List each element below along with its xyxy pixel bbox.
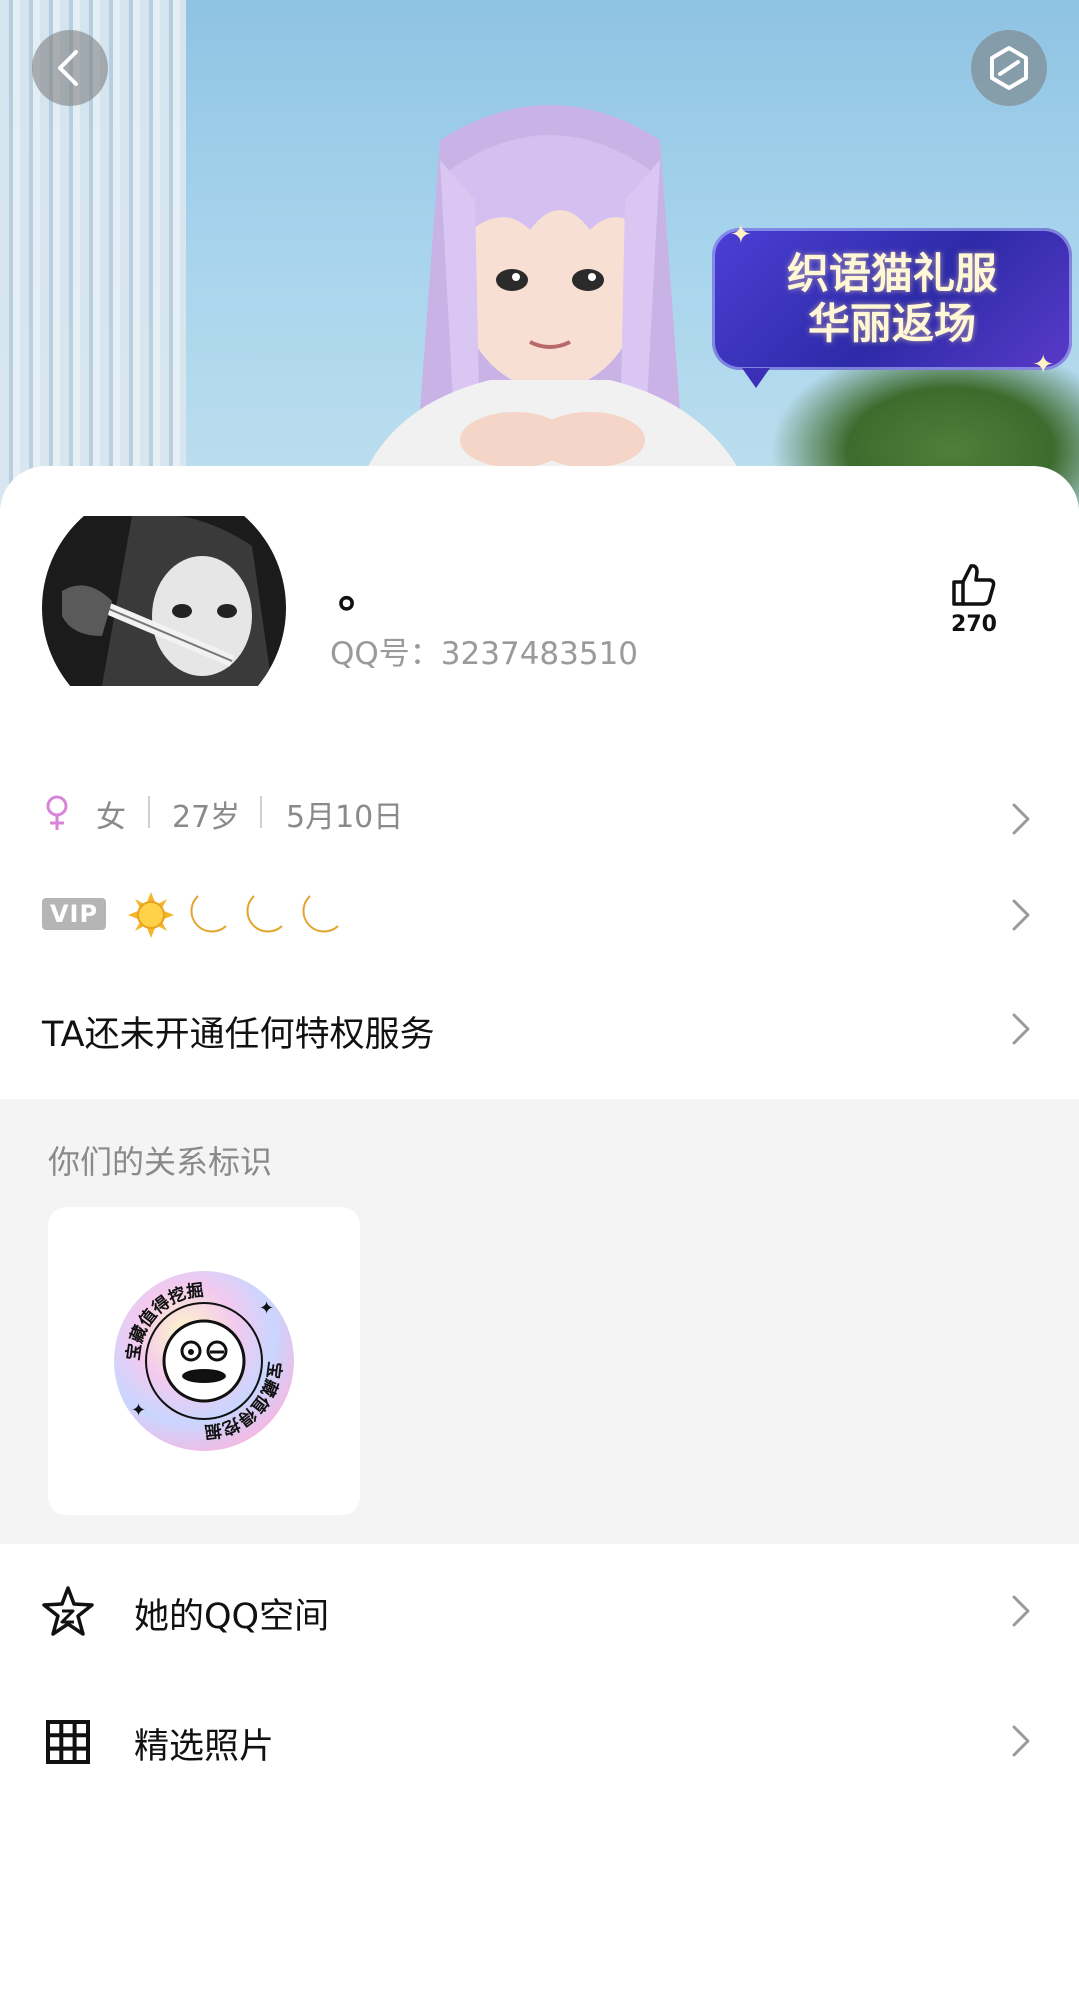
chevron-right-icon [1012, 1595, 1030, 1627]
birthday-text: 5月10日 [286, 800, 404, 835]
avatar-illustration [42, 486, 286, 730]
qq-space-row[interactable]: 她的QQ空间 [0, 1562, 1079, 1662]
basic-info-row[interactable]: 女 27岁 5月10日 [0, 780, 1079, 850]
qq-number: QQ号：3237483510 [330, 636, 639, 672]
profile-cover-banner: ✦ ✦ 织语猫礼服 华丽返场 [0, 0, 1079, 520]
back-button[interactable] [32, 30, 108, 106]
sun-icon [128, 892, 174, 938]
female-symbol-icon [46, 795, 68, 830]
butterfly-icon: ✦ [730, 220, 752, 250]
hexagon-icon [990, 46, 1028, 90]
moon-icon [190, 895, 227, 933]
more-button[interactable] [971, 30, 1047, 106]
nickname: 。 [338, 567, 382, 618]
chevron-right-icon [1012, 1013, 1030, 1045]
relationship-title: 你们的关系标识 [48, 1143, 273, 1181]
featured-photos-row[interactable]: 精选照片 [0, 1692, 1079, 1792]
divider [148, 796, 150, 828]
avatar[interactable] [42, 486, 286, 730]
age-text: 27岁 [172, 800, 241, 835]
privilege-text: TA还未开通任何特权服务 [42, 1015, 435, 1055]
thumbs-up-icon [952, 564, 996, 606]
svg-text:✦: ✦ [131, 1400, 146, 1421]
featured-photos-label: 精选照片 [134, 1727, 275, 1767]
grid-icon [46, 1720, 90, 1764]
privilege-row[interactable]: TA还未开通任何特权服务 [0, 1000, 1079, 1060]
moon-icon [246, 895, 283, 933]
relationship-section: 你们的关系标识 宝藏值得挖掘 宝藏值得挖掘 ✦ ✦ [0, 1099, 1079, 1544]
vip-badge: VIP [42, 898, 106, 930]
moon-icon [302, 895, 339, 933]
gender-text: 女 [96, 800, 126, 835]
promo-line-1: 织语猫礼服 [786, 249, 997, 298]
promo-line-2: 华丽返场 [807, 299, 976, 348]
chevron-right-icon [1012, 899, 1030, 931]
like-count: 270 [951, 612, 997, 637]
butterfly-icon: ✦ [1032, 350, 1054, 380]
star-icon [42, 1586, 94, 1636]
divider [260, 796, 262, 828]
vip-level-row[interactable]: VIP [0, 880, 1079, 950]
qq-space-label: 她的QQ空间 [134, 1597, 330, 1637]
svg-text:✦: ✦ [259, 1298, 274, 1319]
treasure-badge-icon: 宝藏值得挖掘 宝藏值得挖掘 ✦ ✦ [114, 1271, 294, 1451]
chevron-right-icon [1012, 803, 1030, 835]
chevron-left-icon [58, 50, 78, 86]
chevron-right-icon [1012, 1725, 1030, 1757]
like-button[interactable]: 270 [930, 560, 1018, 660]
relationship-badge-card[interactable]: 宝藏值得挖掘 宝藏值得挖掘 ✦ ✦ [48, 1207, 360, 1515]
promo-bubble[interactable]: ✦ ✦ 织语猫礼服 华丽返场 [712, 220, 1072, 388]
